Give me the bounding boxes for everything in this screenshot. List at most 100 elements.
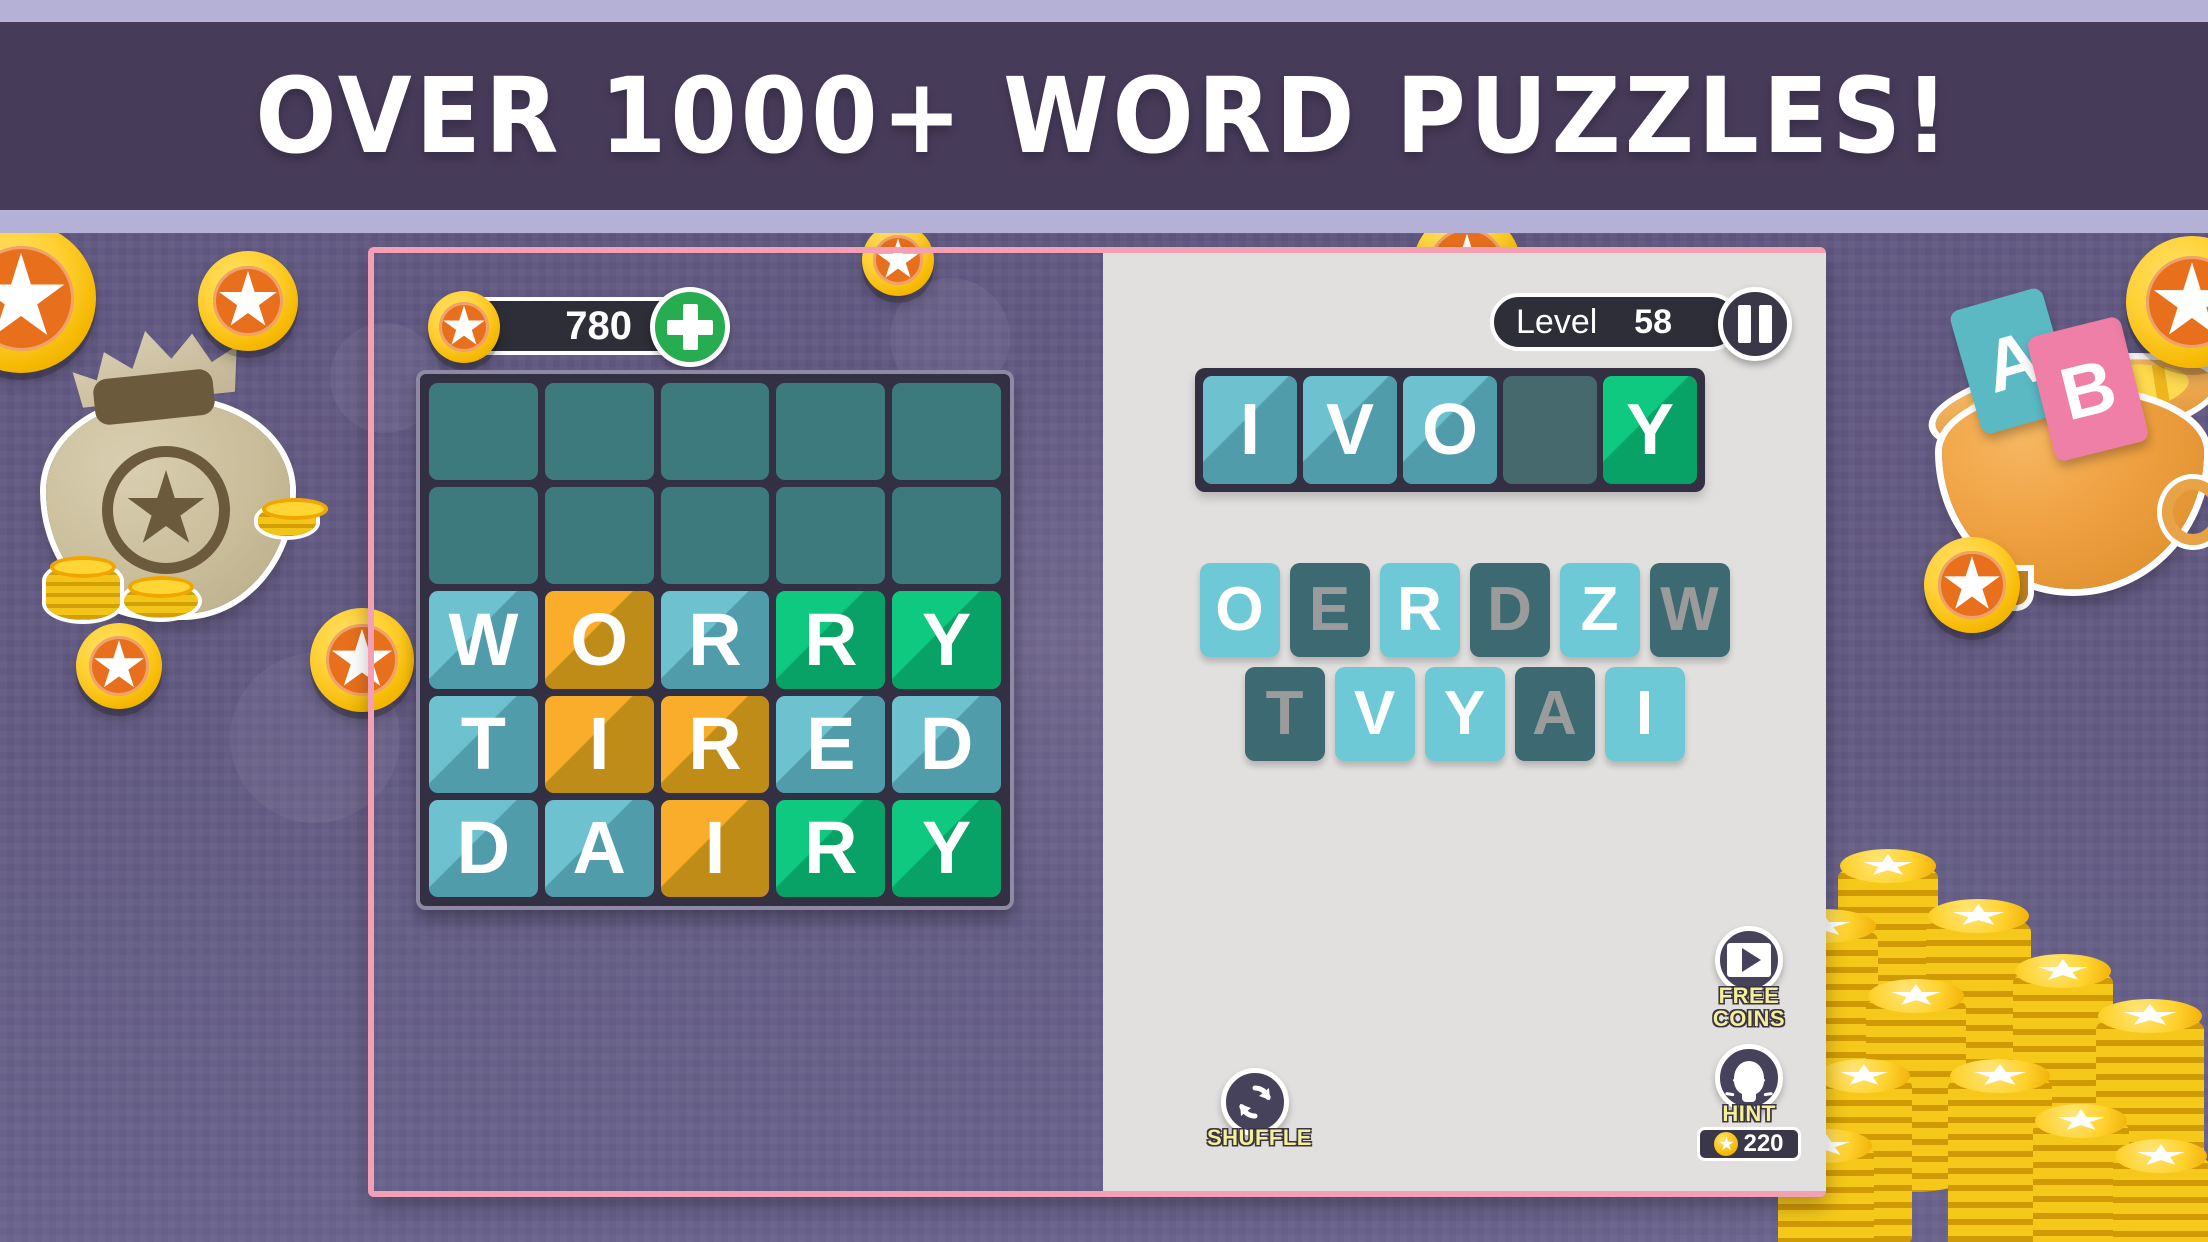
grid-letter-tile: D (892, 695, 1001, 793)
coin-pile-icon (1768, 742, 2208, 1242)
panel-left-grid-side: 780 WORRYTIREDDAIRY (374, 253, 1103, 1191)
grid-empty-cell (544, 487, 654, 585)
grid-letter-tile: R (660, 695, 770, 793)
tray-key[interactable]: Y (1424, 667, 1505, 761)
grid-letter-tile: O (544, 591, 654, 689)
tile-shadow (1503, 376, 1597, 484)
grid-tile-letter: I (588, 702, 610, 786)
game-stage: A B 780 W O R R Y T I R E D D A I R Y Le… (0, 233, 2208, 1242)
grid-letter-tile: I (660, 799, 770, 897)
tray-key[interactable]: O (1199, 563, 1280, 657)
tray-key[interactable]: I (1604, 667, 1685, 761)
grid-empty-cell (892, 487, 1001, 585)
money-sack-icon (28, 318, 328, 620)
grid-tile-letter: Y (921, 806, 972, 890)
tray-key[interactable]: V (1334, 667, 1415, 761)
tray-key-used: E (1289, 563, 1370, 657)
coin-counter[interactable]: 780 (428, 287, 730, 367)
decor-coin (1924, 537, 2020, 633)
grid-letter-tile: W (429, 591, 538, 689)
hint-cost-badge: 220 (1697, 1127, 1801, 1161)
grid-tile-letter: R (688, 597, 742, 681)
tray-key-used: A (1514, 667, 1595, 761)
answer-slot-filled[interactable]: I (1203, 376, 1297, 484)
pause-icon (1738, 305, 1751, 343)
grid-letter-tile: D (429, 799, 538, 897)
plus-icon (682, 304, 698, 350)
answer-slot-letter: Y (1625, 390, 1675, 470)
decor-coin (198, 251, 298, 351)
answer-slot-filled[interactable]: Y (1603, 376, 1697, 484)
hint-cost-value: 220 (1743, 1130, 1784, 1157)
hint-button[interactable]: HINT 220 (1694, 1043, 1804, 1161)
grid-empty-cell (776, 487, 886, 585)
grid-empty-cell (660, 383, 770, 481)
grid-tile-letter: D (456, 806, 511, 890)
answer-slot-letter: I (1239, 390, 1260, 470)
grid-tile-letter: Y (921, 597, 972, 681)
letter-tray[interactable]: OERDZW TVYAI (1103, 563, 1826, 771)
game-panel: 780 WORRYTIREDDAIRY Level 58 I V O Y O E… (368, 247, 1826, 1197)
decor-coin (76, 623, 162, 709)
grid-letter-tile: A (544, 799, 654, 897)
shuffle-button[interactable]: SHUFFLE (1207, 1067, 1312, 1150)
grid-empty-cell (660, 487, 770, 585)
free-coins-label-line1: FREE (1718, 982, 1780, 1008)
grid-tile-letter: A (572, 806, 626, 890)
grid-tile-letter: R (688, 702, 742, 786)
tray-key[interactable]: R (1379, 563, 1460, 657)
hint-label: HINT (1722, 1100, 1776, 1126)
grid-letter-tile: I (544, 695, 654, 793)
level-label: Level (1516, 302, 1598, 341)
tray-key[interactable]: Z (1559, 563, 1640, 657)
grid-empty-cell (544, 383, 654, 481)
right-action-buttons: FREE COINS HINT 220 (1694, 925, 1804, 1161)
grid-tile-letter: E (806, 702, 856, 786)
grid-tile-letter: D (919, 702, 974, 786)
promo-banner-strip: OVER 1000+ WORD PUZZLES! (0, 0, 2208, 233)
grid-tile-letter: T (460, 702, 506, 786)
grid-tile-letter: W (448, 597, 519, 681)
answer-slot-empty[interactable] (1503, 376, 1597, 484)
level-indicator: Level 58 (1490, 287, 1792, 361)
answer-slot-filled[interactable]: O (1403, 376, 1497, 484)
answer-slot-letter: V (1325, 390, 1375, 470)
free-coins-button[interactable]: FREE COINS (1694, 925, 1804, 1031)
answer-slot-row[interactable]: IVO Y (1195, 368, 1705, 492)
tray-row: OERDZW (1103, 563, 1826, 657)
grid-empty-cell (429, 383, 538, 481)
grid-tile-letter: O (570, 597, 628, 681)
tray-key-used: T (1244, 667, 1325, 761)
grid-empty-cell (429, 487, 538, 585)
answer-slot-filled[interactable]: V (1303, 376, 1397, 484)
shuffle-label: SHUFFLE (1207, 1124, 1312, 1150)
grid-letter-tile: Y (892, 799, 1001, 897)
grid-tile-letter: I (704, 806, 726, 890)
grid-letter-tile: R (776, 799, 886, 897)
level-bar: Level 58 (1490, 293, 1740, 351)
grid-letter-tile: R (776, 591, 886, 689)
panel-right-play-side: Level 58 IVOY OERDZWTVYAI SHUFFLE FREE C… (1103, 253, 1826, 1191)
coin-icon (1714, 1132, 1739, 1156)
promo-banner-title: OVER 1000+ WORD PUZZLES! (255, 55, 1953, 177)
pause-button[interactable] (1718, 287, 1792, 361)
level-number: 58 (1634, 302, 1672, 341)
grid-tile-letter: R (804, 597, 858, 681)
answer-slots: IVO Y (1195, 368, 1705, 593)
add-coins-button[interactable] (650, 287, 730, 367)
grid-empty-cell (892, 383, 1001, 481)
grid-letter-tile: R (660, 591, 770, 689)
grid-tile-letter: R (804, 806, 858, 890)
tray-key-used: D (1469, 563, 1550, 657)
star-coin-icon (428, 291, 500, 363)
free-coins-label-line2: COINS (1712, 1005, 1786, 1031)
grid-letter-tile: T (429, 695, 538, 793)
coin-count-value: 780 (565, 303, 632, 348)
word-grid[interactable]: WORRYTIREDDAIRY (416, 370, 1014, 910)
tray-key-used: W (1649, 563, 1730, 657)
answer-slot-letter: O (1421, 390, 1478, 470)
grid-letter-tile: E (776, 695, 886, 793)
grid-letter-tile: Y (892, 591, 1001, 689)
pause-icon (1759, 305, 1772, 343)
tray-row: TVYAI (1103, 667, 1826, 761)
